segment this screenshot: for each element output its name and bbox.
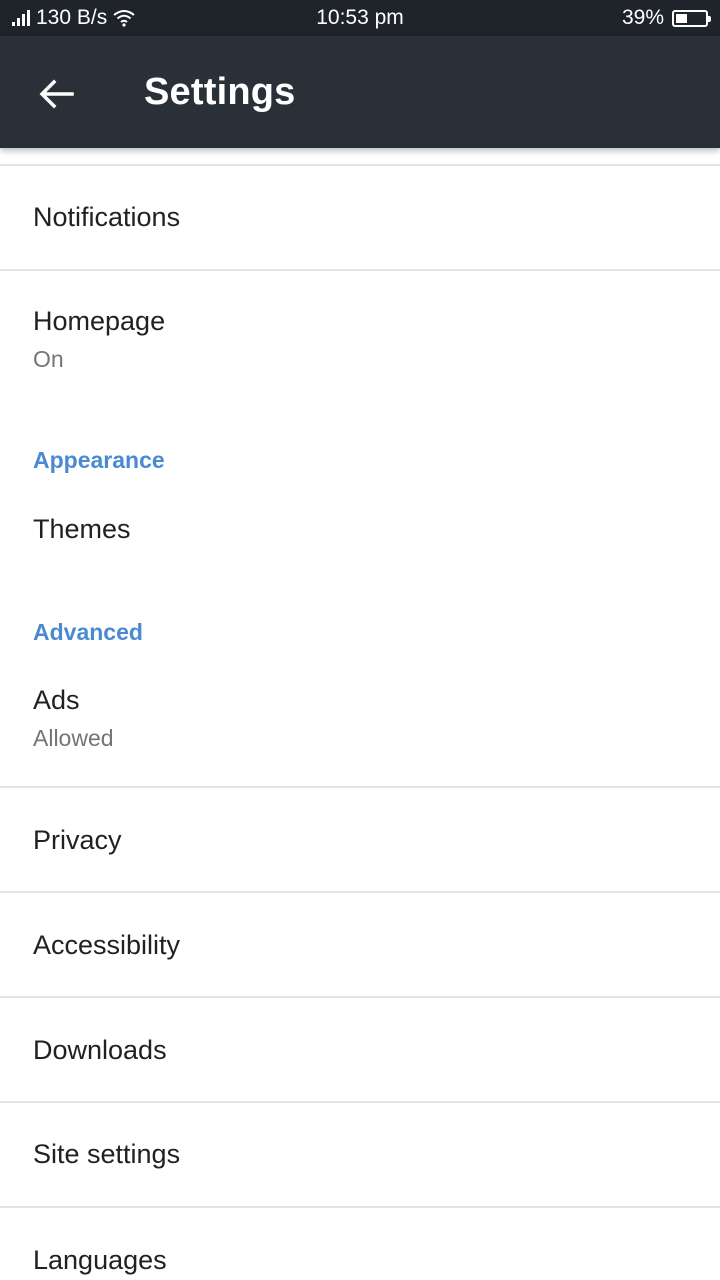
- item-subtitle: Allowed: [33, 725, 114, 751]
- section-header-appearance: Appearance: [33, 447, 165, 473]
- item-title: Notifications: [33, 202, 181, 232]
- item-title: Site settings: [33, 1139, 181, 1169]
- item-title: Ads: [33, 685, 80, 715]
- status-time: 10:53 pm: [316, 6, 404, 29]
- settings-item-privacy[interactable]: Privacy: [0, 788, 720, 891]
- page-title: Settings: [144, 70, 296, 113]
- settings-item-ads[interactable]: Ads Allowed: [0, 662, 720, 786]
- item-title: Accessibility: [33, 930, 181, 960]
- settings-item-themes[interactable]: Themes: [0, 488, 720, 588]
- settings-item-languages[interactable]: Languages: [0, 1208, 720, 1280]
- settings-list: Notifications Homepage On Appearance The…: [0, 148, 720, 1280]
- settings-item-homepage[interactable]: Homepage On: [0, 271, 720, 391]
- settings-item-notifications[interactable]: Notifications: [0, 166, 720, 269]
- battery-fill: [676, 13, 687, 23]
- settings-item-site-settings[interactable]: Site settings: [0, 1103, 720, 1206]
- status-time-wrap: 10:53 pm: [0, 0, 720, 36]
- arrow-back-icon: [39, 79, 74, 109]
- item-title: Themes: [33, 514, 131, 544]
- item-title: Privacy: [33, 825, 122, 855]
- settings-item-downloads[interactable]: Downloads: [0, 998, 720, 1101]
- item-title: Downloads: [33, 1035, 167, 1065]
- app-bar: Settings: [0, 36, 720, 148]
- status-bar: 130 B/s 10:53 pm 39%: [0, 0, 720, 36]
- battery-percent: 39%: [621, 6, 664, 29]
- item-subtitle: On: [33, 346, 64, 372]
- item-title: Languages: [33, 1245, 167, 1275]
- status-right: 39%: [621, 0, 711, 36]
- settings-item-accessibility[interactable]: Accessibility: [0, 893, 720, 996]
- battery-icon: [672, 9, 711, 27]
- back-button[interactable]: [28, 66, 84, 122]
- section-header-advanced: Advanced: [33, 619, 143, 645]
- item-title: Homepage: [33, 306, 166, 336]
